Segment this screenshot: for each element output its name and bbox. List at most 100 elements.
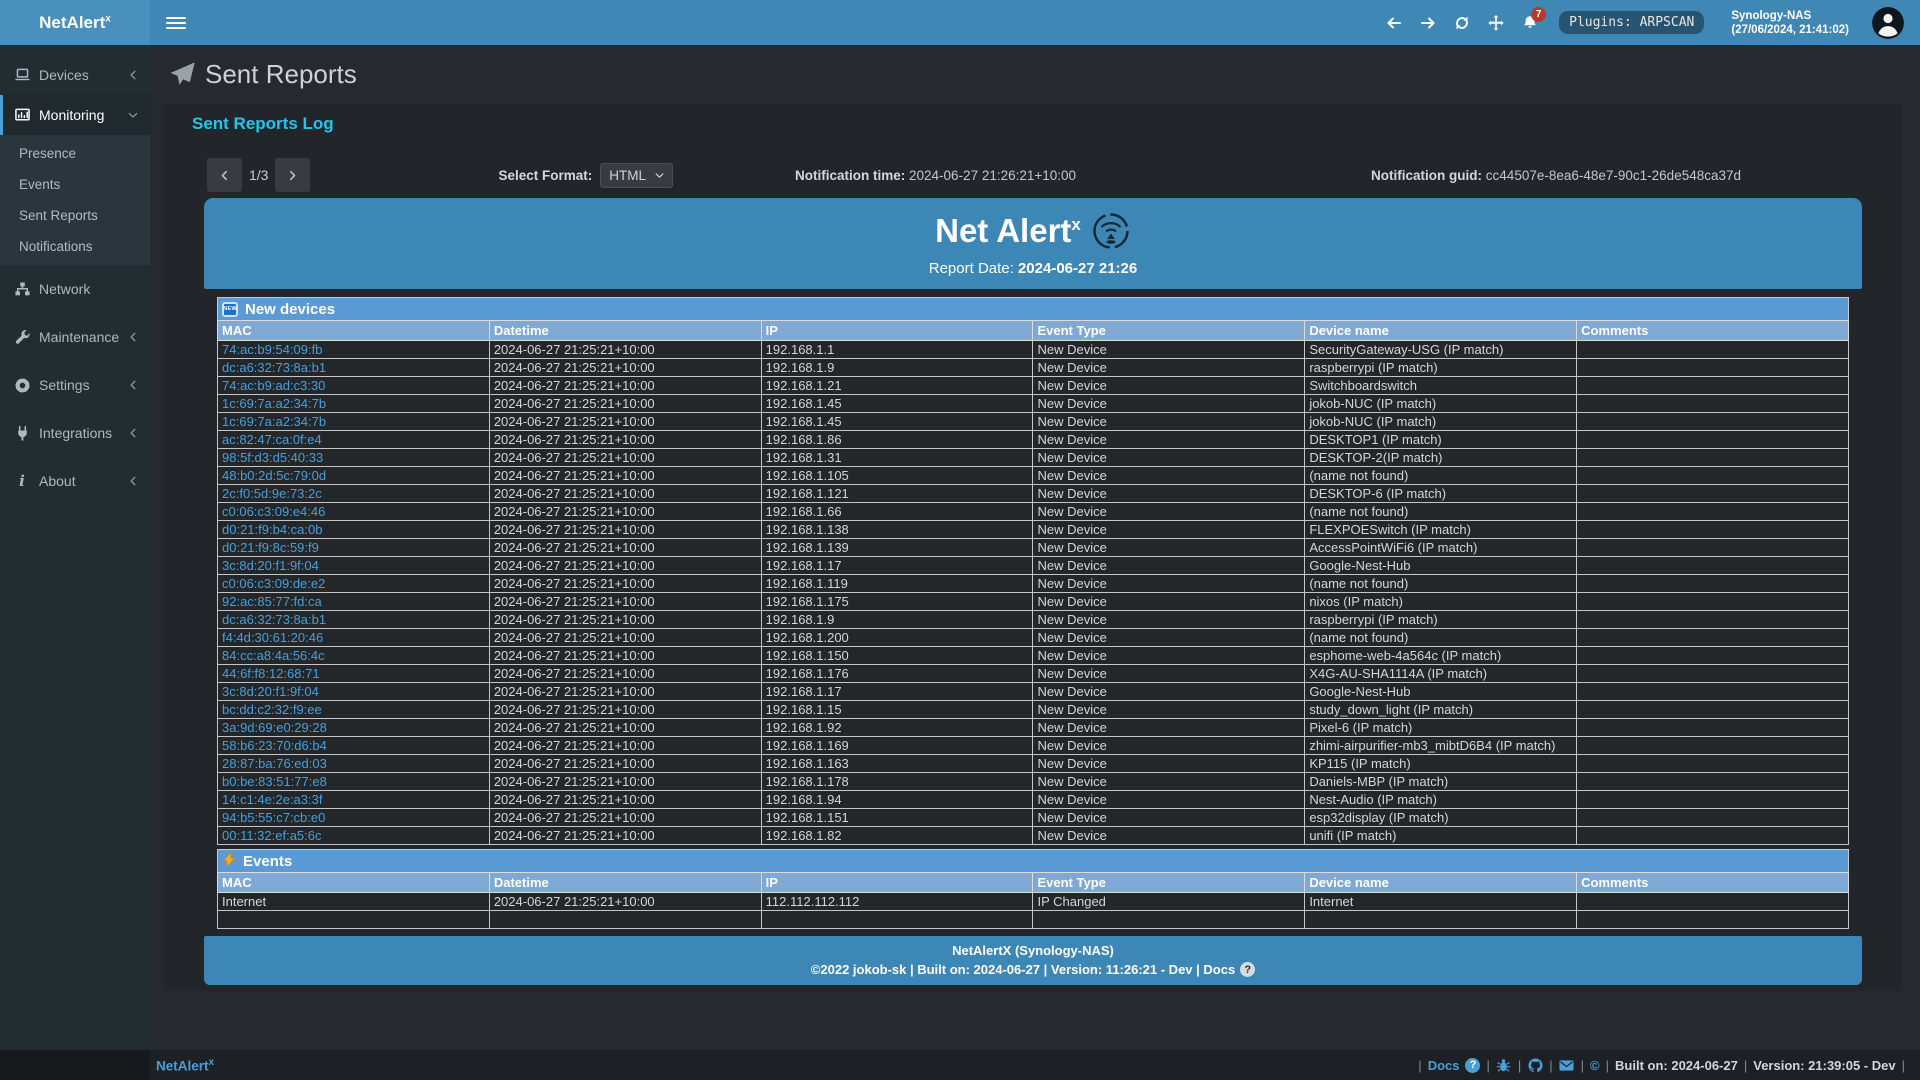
mail-icon[interactable] bbox=[1559, 1057, 1575, 1073]
mac-link-cell[interactable]: 58:b6:23:70:d6:b4 bbox=[218, 737, 490, 755]
hamburger-icon[interactable] bbox=[166, 17, 186, 29]
move-icon[interactable] bbox=[1487, 14, 1504, 31]
mac-link-cell[interactable]: f4:4d:30:61:20:46 bbox=[218, 629, 490, 647]
table-cell: FLEXPOESwitch (IP match) bbox=[1305, 521, 1577, 539]
column-header: Comments bbox=[1577, 873, 1849, 893]
mac-link-cell[interactable]: 92:ac:85:77:fd:ca bbox=[218, 593, 490, 611]
sidebar-item-events[interactable]: Events bbox=[0, 169, 150, 200]
mac-link-cell[interactable]: 48:b0:2d:5c:79:0d bbox=[218, 467, 490, 485]
help-circle-icon[interactable]: ? bbox=[1240, 962, 1255, 977]
back-arrow-icon[interactable] bbox=[1385, 14, 1402, 31]
table-header-row: MACDatetimeIPEvent TypeDevice nameCommen… bbox=[218, 321, 1849, 341]
table-cell: AccessPointWiFi6 (IP match) bbox=[1305, 539, 1577, 557]
table-cell: 2024-06-27 21:25:21+10:00 bbox=[489, 467, 761, 485]
table-cell: nixos (IP match) bbox=[1305, 593, 1577, 611]
mac-link-cell[interactable]: c0:06:c3:09:e4:46 bbox=[218, 503, 490, 521]
table-cell bbox=[1577, 467, 1849, 485]
table-cell: New Device bbox=[1033, 755, 1305, 773]
next-page-button[interactable] bbox=[275, 158, 310, 192]
mac-link-cell[interactable]: 44:6f:f8:12:68:71 bbox=[218, 665, 490, 683]
user-avatar[interactable] bbox=[1872, 7, 1904, 39]
table-row: b0:be:83:51:77:e82024-06-27 21:25:21+10:… bbox=[218, 773, 1849, 791]
mac-link-cell[interactable]: dc:a6:32:73:8a:b1 bbox=[218, 359, 490, 377]
help-circle-icon[interactable]: ? bbox=[1465, 1058, 1480, 1073]
mac-link-cell[interactable]: 00:11:32:ef:a5:6c bbox=[218, 827, 490, 845]
mac-link-cell[interactable]: 14:c1:4e:2e:a3:3f bbox=[218, 791, 490, 809]
sidebar-item-sent-reports[interactable]: Sent Reports bbox=[0, 200, 150, 231]
sidebar-item-devices[interactable]: Devices bbox=[0, 55, 150, 95]
format-select[interactable]: HTML bbox=[600, 163, 673, 188]
table-cell: 192.168.1.138 bbox=[761, 521, 1033, 539]
mac-link-cell[interactable]: c0:06:c3:09:de:e2 bbox=[218, 575, 490, 593]
sidebar-item-label: Settings bbox=[39, 377, 90, 393]
table-cell: New Device bbox=[1033, 809, 1305, 827]
table-row: 84:cc:a8:4a:56:4c2024-06-27 21:25:21+10:… bbox=[218, 647, 1849, 665]
mac-link-cell[interactable]: 74:ac:b9:54:09:fb bbox=[218, 341, 490, 359]
docs-link[interactable]: Docs bbox=[1428, 1058, 1460, 1073]
table-cell: 192.168.1.150 bbox=[761, 647, 1033, 665]
table-cell: New Device bbox=[1033, 701, 1305, 719]
section-title: New devices bbox=[245, 301, 335, 318]
sidebar-item-settings[interactable]: Settings bbox=[0, 365, 150, 405]
bug-icon[interactable] bbox=[1496, 1057, 1512, 1073]
table-cell bbox=[1577, 593, 1849, 611]
table-cell bbox=[1577, 809, 1849, 827]
mac-link-cell[interactable]: 74:ac:b9:ad:c3:30 bbox=[218, 377, 490, 395]
mac-link-cell[interactable]: 2c:f0:5d:9e:73:2c bbox=[218, 485, 490, 503]
table-cell: 192.168.1.82 bbox=[761, 827, 1033, 845]
bell-icon[interactable]: 7 bbox=[1521, 14, 1538, 31]
brand-logo[interactable]: NetAlertx bbox=[0, 0, 150, 45]
table-row: 3c:8d:20:f1:9f:042024-06-27 21:25:21+10:… bbox=[218, 683, 1849, 701]
sent-reports-log-link[interactable]: Sent Reports Log bbox=[164, 114, 1902, 134]
mac-link-cell[interactable]: 1c:69:7a:a2:34:7b bbox=[218, 395, 490, 413]
table-cell: 2024-06-27 21:25:21+10:00 bbox=[489, 809, 761, 827]
mac-link-cell[interactable]: 3c:8d:20:f1:9f:04 bbox=[218, 683, 490, 701]
table-cell: New Device bbox=[1033, 791, 1305, 809]
mac-link-cell[interactable]: 94:b5:55:c7:cb:e0 bbox=[218, 809, 490, 827]
table-cell: 2024-06-27 21:25:21+10:00 bbox=[489, 629, 761, 647]
table-cell bbox=[1577, 539, 1849, 557]
table-cell: 112.112.112.112 bbox=[761, 893, 1033, 911]
mac-link-cell[interactable]: 98:5f:d3:d5:40:33 bbox=[218, 449, 490, 467]
mac-link-cell[interactable]: dc:a6:32:73:8a:b1 bbox=[218, 611, 490, 629]
refresh-icon[interactable] bbox=[1453, 14, 1470, 31]
footer-brand[interactable]: NetAlertx bbox=[156, 1057, 214, 1074]
mac-link-cell[interactable]: 3a:9d:69:e0:29:28 bbox=[218, 719, 490, 737]
mac-link-cell[interactable]: bc:dd:c2:32:f9:ee bbox=[218, 701, 490, 719]
table-cell: (name not found) bbox=[1305, 575, 1577, 593]
mac-link-cell[interactable]: 28:87:ba:76:ed:03 bbox=[218, 755, 490, 773]
table-cell: 2024-06-27 21:25:21+10:00 bbox=[489, 773, 761, 791]
table-cell: 192.168.1.31 bbox=[761, 449, 1033, 467]
table-cell: 192.168.1.45 bbox=[761, 413, 1033, 431]
sidebar-item-presence[interactable]: Presence bbox=[0, 138, 150, 169]
copyright-icon[interactable]: © bbox=[1590, 1058, 1600, 1073]
mac-link-cell[interactable]: b0:be:83:51:77:e8 bbox=[218, 773, 490, 791]
table-cell: esp32display (IP match) bbox=[1305, 809, 1577, 827]
table-cell: 2024-06-27 21:25:21+10:00 bbox=[489, 557, 761, 575]
sidebar-item-notifications[interactable]: Notifications bbox=[0, 231, 150, 262]
table-row: 1c:69:7a:a2:34:7b2024-06-27 21:25:21+10:… bbox=[218, 413, 1849, 431]
table-cell: 2024-06-27 21:25:21+10:00 bbox=[489, 737, 761, 755]
mac-link-cell[interactable]: ac:82:47:ca:0f:e4 bbox=[218, 431, 490, 449]
table-cell: 2024-06-27 21:25:21+10:00 bbox=[489, 593, 761, 611]
mac-link-cell[interactable]: d0:21:f9:8c:59:f9 bbox=[218, 539, 490, 557]
mac-link-cell[interactable]: 1c:69:7a:a2:34:7b bbox=[218, 413, 490, 431]
monitoring-submenu: Presence Events Sent Reports Notificatio… bbox=[0, 135, 150, 265]
time-label: Notification time: bbox=[795, 168, 905, 183]
prev-page-button[interactable] bbox=[207, 158, 242, 192]
sidebar-item-maintenance[interactable]: Maintenance bbox=[0, 317, 150, 357]
table-cell: New Device bbox=[1033, 539, 1305, 557]
mac-link-cell[interactable]: 3c:8d:20:f1:9f:04 bbox=[218, 557, 490, 575]
sidebar-item-monitoring[interactable]: Monitoring bbox=[0, 95, 150, 135]
table-cell bbox=[1577, 521, 1849, 539]
sidebar-item-integrations[interactable]: Integrations bbox=[0, 413, 150, 453]
mac-link-cell[interactable]: 84:cc:a8:4a:56:4c bbox=[218, 647, 490, 665]
mac-link-cell[interactable]: d0:21:f9:b4:ca:0b bbox=[218, 521, 490, 539]
report-date: Report Date: 2024-06-27 21:26 bbox=[204, 260, 1862, 277]
column-header: Datetime bbox=[489, 873, 761, 893]
forward-arrow-icon[interactable] bbox=[1419, 14, 1436, 31]
table-cell: 2024-06-27 21:25:21+10:00 bbox=[489, 503, 761, 521]
github-icon[interactable] bbox=[1527, 1057, 1543, 1073]
sidebar-item-about[interactable]: i About bbox=[0, 461, 150, 501]
sidebar-item-network[interactable]: Network bbox=[0, 269, 150, 309]
